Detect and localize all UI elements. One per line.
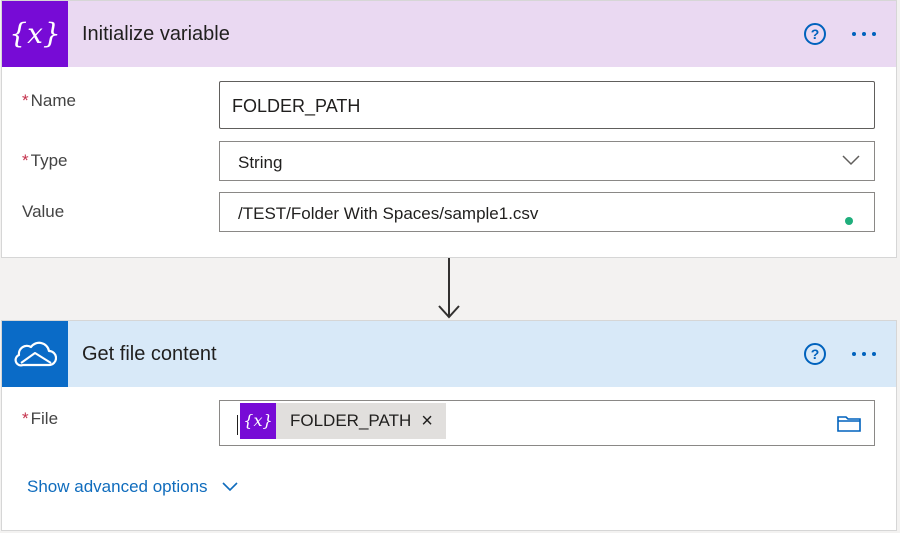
initialize-variable-header[interactable]: {x} Initialize variable ? [2, 1, 896, 67]
required-marker: * [22, 91, 29, 110]
flow-arrow-down-icon [438, 258, 460, 319]
card-title: Initialize variable [82, 22, 230, 45]
file-label: * File [22, 409, 59, 428]
status-dot [845, 217, 853, 225]
required-marker: * [22, 409, 29, 428]
svg-text:{x}: {x} [243, 411, 272, 430]
file-input[interactable]: {x} FOLDER_PATH × [219, 400, 875, 446]
chevron-down-icon [221, 482, 238, 492]
initialize-variable-card: {x} Initialize variable ? * Name FOLDER_P… [1, 0, 897, 258]
card-title: Get file content [82, 342, 217, 365]
name-label: * Name [22, 91, 76, 110]
help-icon[interactable]: ? [804, 23, 826, 45]
token-label: FOLDER_PATH [290, 411, 412, 430]
show-advanced-options-link[interactable]: Show advanced options [27, 477, 238, 497]
value-input[interactable]: /TEST/Folder With Spaces/sample1.csv [219, 192, 875, 232]
onedrive-cloud-icon [2, 321, 68, 387]
get-file-content-header[interactable]: Get file content ? [2, 321, 896, 387]
folder-icon[interactable] [836, 413, 862, 433]
type-label: * Type [22, 151, 68, 170]
chevron-down-icon[interactable] [842, 154, 860, 166]
value-label: Value [22, 202, 65, 221]
dynamic-content-token[interactable]: {x} FOLDER_PATH × [240, 403, 446, 439]
more-options-icon[interactable] [852, 352, 876, 356]
remove-token-icon[interactable]: × [421, 411, 433, 431]
variable-icon: {x} [240, 403, 276, 439]
required-marker: * [22, 151, 29, 170]
svg-text:{x}: {x} [11, 17, 59, 50]
name-input[interactable]: FOLDER_PATH [219, 81, 875, 129]
type-select[interactable]: String [219, 141, 875, 181]
variable-icon: {x} [2, 1, 68, 67]
help-icon[interactable]: ? [804, 343, 826, 365]
text-cursor [237, 415, 238, 435]
more-options-icon[interactable] [852, 32, 876, 36]
get-file-content-card: Get file content ? * File {x} FOLDER_PATH… [1, 320, 897, 531]
